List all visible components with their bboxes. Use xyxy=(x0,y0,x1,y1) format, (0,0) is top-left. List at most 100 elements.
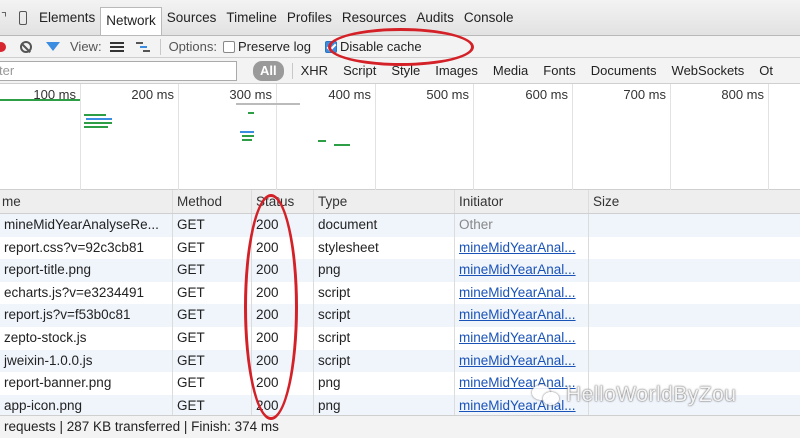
timeline-request-bar xyxy=(84,122,112,124)
timeline-gridline xyxy=(670,84,671,190)
disable-cache-checkbox[interactable] xyxy=(324,40,337,53)
request-method: GET xyxy=(173,349,252,373)
request-name[interactable]: mineMidYearAnalyseRe... xyxy=(0,214,173,237)
tab-console[interactable]: Console xyxy=(459,5,519,31)
request-method: GET xyxy=(173,281,252,305)
tab-timeline[interactable]: Timeline xyxy=(221,5,282,31)
clear-icon[interactable] xyxy=(20,40,32,53)
filter-type-script[interactable]: Script xyxy=(337,61,382,81)
tab-profiles[interactable]: Profiles xyxy=(282,5,337,31)
devtools-tab-bar: ⌝ Elements Network Sources Timeline Prof… xyxy=(0,0,800,36)
column-header-initiator[interactable]: Initiator xyxy=(455,190,589,213)
request-size xyxy=(589,304,800,327)
column-header-size[interactable]: Size xyxy=(589,190,800,213)
request-method: GET xyxy=(173,304,252,327)
request-name[interactable]: app-icon.png xyxy=(0,394,173,418)
table-row[interactable]: zepto-stock.js GET 200 script mineMidYea… xyxy=(0,326,800,350)
request-name[interactable]: report-banner.png xyxy=(0,372,173,395)
filter-type-websockets[interactable]: WebSockets xyxy=(666,61,751,81)
tab-sources[interactable]: Sources xyxy=(162,5,222,31)
large-rows-icon[interactable] xyxy=(109,41,124,52)
table-row[interactable]: mineMidYearAnalyseRe... GET 200 document… xyxy=(0,214,800,237)
request-type: script xyxy=(314,304,455,327)
watermark-text: HelloWorldByZou xyxy=(566,383,737,406)
table-row[interactable]: report-title.png GET 200 png mineMidYear… xyxy=(0,259,800,282)
filter-icon[interactable] xyxy=(46,42,60,51)
request-initiator-link[interactable]: mineMidYearAnal... xyxy=(459,262,576,277)
timeline-tick-label: 400 ms xyxy=(328,87,371,102)
filter-type-xhr[interactable]: XHR xyxy=(295,61,334,81)
request-method: GET xyxy=(173,326,252,350)
filter-type-images[interactable]: Images xyxy=(429,61,484,81)
table-row[interactable]: report.css?v=92c3cb81 GET 200 stylesheet… xyxy=(0,236,800,260)
request-initiator-link[interactable]: mineMidYearAnal... xyxy=(459,330,576,345)
tab-resources[interactable]: Resources xyxy=(337,5,412,31)
overview-icon[interactable] xyxy=(135,41,150,52)
request-status: 200 xyxy=(252,326,314,350)
search-icon[interactable]: ⌝ xyxy=(0,0,12,36)
table-row[interactable]: report.js?v=f53b0c81 GET 200 script mine… xyxy=(0,304,800,327)
request-size xyxy=(589,282,800,305)
request-size xyxy=(589,327,800,350)
filter-type-all[interactable]: All xyxy=(253,60,284,81)
request-method: GET xyxy=(173,259,252,282)
request-size xyxy=(589,237,800,260)
timeline-tick-label: 200 ms xyxy=(131,87,174,102)
request-method: GET xyxy=(173,214,252,237)
table-row[interactable]: echarts.js?v=e3234491 GET 200 script min… xyxy=(0,281,800,305)
column-header-type[interactable]: Type xyxy=(314,190,455,213)
tab-network[interactable]: Network xyxy=(100,6,162,35)
request-status: 200 xyxy=(252,394,314,418)
view-label: View: xyxy=(70,39,102,54)
request-method: GET xyxy=(173,394,252,418)
record-icon[interactable] xyxy=(0,41,6,52)
request-status: 200 xyxy=(252,372,314,395)
preserve-log-checkbox[interactable] xyxy=(222,40,235,53)
filter-type-other[interactable]: Ot xyxy=(753,61,779,81)
request-name[interactable]: report.js?v=f53b0c81 xyxy=(0,304,173,327)
timeline-request-bar xyxy=(248,112,254,114)
timeline-tick-label: 600 ms xyxy=(525,87,568,102)
timeline-request-bar xyxy=(84,114,106,116)
request-status: 200 xyxy=(252,214,314,237)
tab-audits[interactable]: Audits xyxy=(411,5,459,31)
request-initiator: Other xyxy=(459,217,493,232)
timeline-gridline xyxy=(80,84,81,190)
request-initiator-link[interactable]: mineMidYearAnal... xyxy=(459,285,576,300)
timeline-gridline xyxy=(276,84,277,190)
device-mode-icon[interactable] xyxy=(12,0,34,36)
request-initiator-link[interactable]: mineMidYearAnal... xyxy=(459,240,576,255)
request-status: 200 xyxy=(252,281,314,305)
timeline-request-bar xyxy=(318,140,326,142)
request-name[interactable]: echarts.js?v=e3234491 xyxy=(0,281,173,305)
column-header-method[interactable]: Method xyxy=(173,190,252,213)
filter-input[interactable]: ter xyxy=(0,60,237,81)
timeline-gridline xyxy=(768,84,769,190)
filter-type-documents[interactable]: Documents xyxy=(585,61,663,81)
timeline-overview[interactable]: 100 ms 200 ms 300 ms 400 ms 500 ms 600 m… xyxy=(0,84,800,190)
request-name[interactable]: jweixin-1.0.0.js xyxy=(0,349,173,373)
request-status: 200 xyxy=(252,236,314,260)
request-method: GET xyxy=(173,236,252,260)
request-initiator-link[interactable]: mineMidYearAnal... xyxy=(459,307,576,322)
request-name[interactable]: zepto-stock.js xyxy=(0,326,173,350)
network-summary: requests | 287 KB transferred | Finish: … xyxy=(0,415,800,438)
request-type: document xyxy=(314,214,455,237)
timeline-request-bar xyxy=(242,139,252,141)
request-name[interactable]: report-title.png xyxy=(0,259,173,282)
column-header-name[interactable]: me xyxy=(0,190,173,213)
column-header-status[interactable]: Status xyxy=(252,190,314,213)
request-size xyxy=(589,350,800,373)
request-type: png xyxy=(314,259,455,282)
disable-cache-label[interactable]: Disable cache xyxy=(340,39,422,54)
preserve-log-label[interactable]: Preserve log xyxy=(238,39,311,54)
filter-type-style[interactable]: Style xyxy=(385,61,426,81)
request-initiator-link[interactable]: mineMidYearAnal... xyxy=(459,353,576,368)
timeline-request-bar xyxy=(84,126,108,128)
request-name[interactable]: report.css?v=92c3cb81 xyxy=(0,236,173,260)
timeline-gridline xyxy=(473,84,474,190)
table-row[interactable]: jweixin-1.0.0.js GET 200 script mineMidY… xyxy=(0,349,800,373)
filter-type-fonts[interactable]: Fonts xyxy=(537,61,582,81)
filter-type-media[interactable]: Media xyxy=(487,61,534,81)
tab-elements[interactable]: Elements xyxy=(34,5,100,31)
